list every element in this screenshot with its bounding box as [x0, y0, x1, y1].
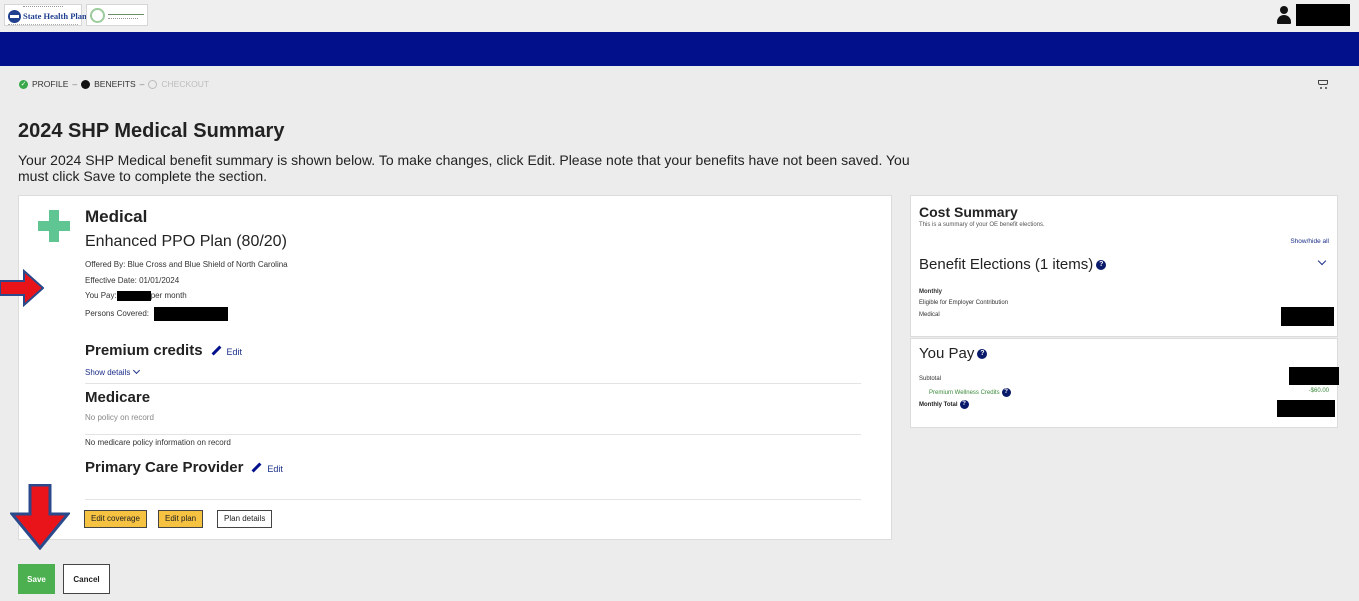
pcp-heading: Primary Care Provider Edit	[85, 459, 283, 476]
eligible-employer-label: Eligible for Employer Contribution	[919, 300, 1009, 306]
premium-credits-title: Premium credits	[85, 342, 203, 359]
plan-details-button[interactable]: Plan details	[217, 510, 273, 528]
show-hide-all-link[interactable]: Show/hide all	[1290, 238, 1329, 245]
show-details-label[interactable]: Show details	[85, 368, 130, 377]
edit-coverage-button[interactable]: Edit coverage	[84, 510, 147, 528]
progress-steps: ✓ PROFILE – BENEFITS – CHECKOUT	[19, 79, 209, 89]
show-details-toggle[interactable]: Show details	[85, 366, 141, 377]
red-arrow-right-annotation	[0, 269, 44, 307]
active-step-icon	[81, 79, 91, 89]
plan-name: Enhanced PPO Plan (80/20)	[85, 233, 287, 250]
wellness-credits-label: Premium Wellness Credits	[929, 390, 1000, 397]
persons-covered-row: Persons Covered:	[85, 307, 229, 321]
cost-summary-title: Cost Summary	[919, 204, 1018, 220]
redacted-amount	[116, 291, 151, 301]
benefit-elections-heading[interactable]: Benefit Elections (1 items)?	[919, 256, 1107, 273]
redacted-subtotal	[1289, 367, 1339, 385]
step-checkout: CHECKOUT	[161, 79, 210, 89]
step-separator: –	[72, 79, 78, 89]
divider	[85, 499, 861, 500]
logo-tagline	[23, 6, 63, 10]
state-health-plan-logo[interactable]: State Health Plan	[4, 4, 87, 26]
step-benefits[interactable]: BENEFITS	[94, 79, 136, 89]
globe-icon	[8, 10, 21, 23]
save-button[interactable]: Save	[18, 564, 55, 594]
offered-by: Offered By: Blue Cross and Blue Shield o…	[85, 260, 288, 269]
user-icon[interactable]	[1276, 6, 1292, 24]
persons-covered-label: Persons Covered:	[85, 309, 150, 319]
redacted-monthly-total	[1277, 400, 1335, 417]
info-icon[interactable]: ?	[1096, 260, 1107, 271]
wellness-credits-value: -$60.00	[1308, 388, 1329, 394]
medical-cost-label: Medical	[919, 312, 940, 318]
medical-summary-card: Medical Enhanced PPO Plan (80/20) Offere…	[18, 195, 892, 540]
step-profile[interactable]: PROFILE	[32, 79, 68, 89]
pencil-icon[interactable]	[251, 462, 262, 472]
treasurer-logo[interactable]	[86, 4, 148, 26]
you-pay-title: You Pay	[919, 345, 975, 362]
divider	[85, 434, 861, 435]
info-icon[interactable]: ?	[977, 349, 988, 360]
red-arrow-down-annotation	[10, 484, 70, 550]
info-icon[interactable]: ?	[1001, 388, 1011, 397]
premium-credits-edit-link[interactable]: Edit	[227, 347, 243, 357]
logo-subtext	[8, 24, 78, 25]
intro-text: Your 2024 SHP Medical benefit summary is…	[18, 152, 910, 184]
cart-icon[interactable]	[1318, 79, 1328, 89]
chevron-down-icon[interactable]	[1317, 256, 1327, 266]
signature-mark	[108, 10, 144, 15]
check-icon: ✓	[19, 79, 28, 89]
medical-title: Medical	[85, 207, 148, 226]
cost-summary-subtitle: This is a summary of your OE benefit ele…	[919, 222, 1045, 228]
logo-text: State Health Plan	[23, 11, 87, 21]
chevron-down-icon[interactable]	[133, 366, 141, 375]
you-pay-row: You Pay: per month	[85, 291, 187, 301]
pencil-icon[interactable]	[211, 345, 221, 355]
signature-subtext	[108, 18, 138, 19]
monthly-total-label: Monthly Total	[919, 402, 958, 409]
step-separator: –	[139, 79, 145, 89]
medicare-title: Medicare	[85, 389, 151, 406]
effective-date: Effective Date: 01/01/2024	[85, 276, 180, 285]
cost-summary-card: Cost Summary This is a summary of your O…	[910, 195, 1338, 337]
you-pay-card: You Pay? Subtotal Premium Wellness Credi…	[910, 338, 1339, 428]
medicare-no-info: No medicare policy information on record	[85, 438, 231, 447]
premium-credits-heading: Premium credits Edit	[85, 342, 242, 359]
divider	[85, 383, 861, 384]
wellness-credits-row: Premium Wellness Credits?	[929, 388, 1011, 397]
redacted-persons	[154, 307, 229, 321]
you-pay-heading: You Pay?	[919, 345, 988, 362]
medicare-no-policy: No policy on record	[85, 413, 154, 422]
monthly-total-row: Monthly Total?	[919, 400, 969, 409]
navigation-band	[0, 32, 1359, 66]
monthly-label: Monthly	[919, 289, 942, 295]
seal-icon	[90, 8, 105, 23]
subtotal-label: Subtotal	[919, 376, 942, 382]
pcp-edit-link[interactable]: Edit	[267, 464, 283, 474]
per-month-label: per month	[150, 291, 187, 301]
medical-plus-icon	[38, 210, 70, 242]
pending-step-icon	[148, 79, 158, 89]
cancel-button[interactable]: Cancel	[63, 564, 110, 594]
page-title: 2024 SHP Medical Summary	[18, 120, 285, 142]
top-bar: State Health Plan	[0, 0, 1359, 32]
redacted-username	[1296, 4, 1350, 26]
info-icon[interactable]: ?	[959, 400, 969, 409]
edit-plan-button[interactable]: Edit plan	[158, 510, 204, 528]
benefit-elections-title[interactable]: Benefit Elections (1 items)	[919, 256, 1093, 273]
you-pay-label: You Pay:	[85, 291, 117, 301]
redacted-medical-cost	[1281, 307, 1334, 326]
pcp-title: Primary Care Provider	[85, 459, 244, 476]
